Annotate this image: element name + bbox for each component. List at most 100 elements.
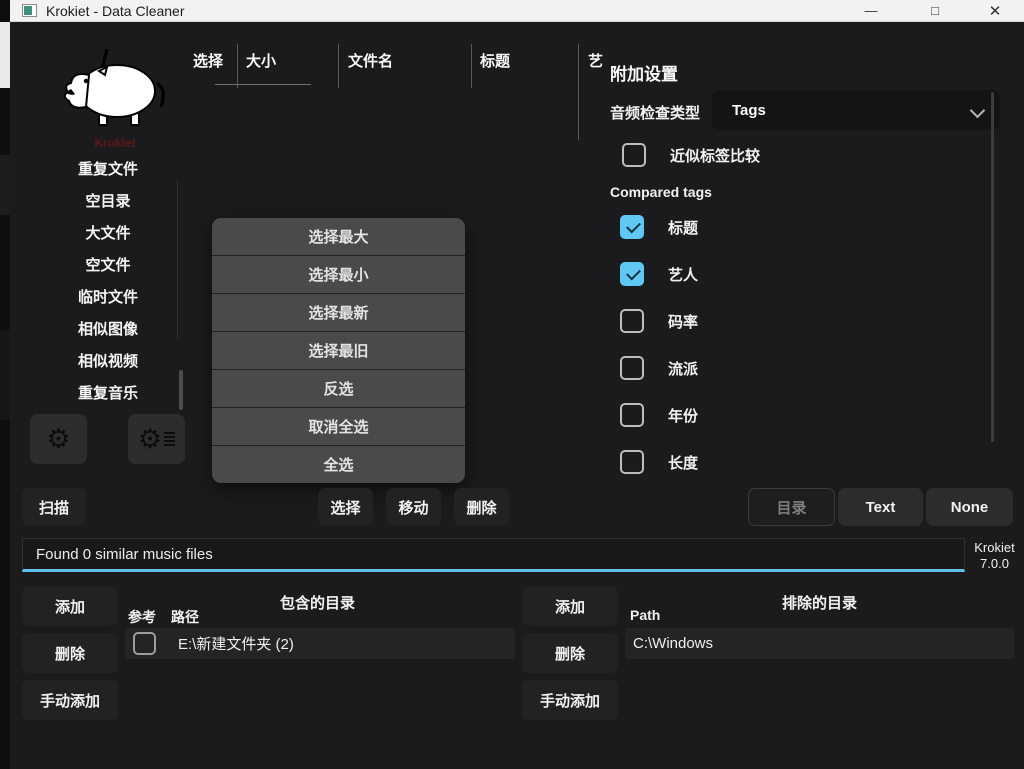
tag-option-artist[interactable]: 艺人 [620, 262, 698, 286]
dropdown-value: Tags [732, 102, 766, 119]
sidebar-item-similar-images[interactable]: 相似图像 [28, 317, 188, 343]
tag-year-checkbox[interactable] [620, 403, 644, 427]
tag-artist-label: 艺人 [668, 264, 698, 285]
text-toggle-button[interactable]: Text [838, 488, 923, 526]
selection-popup-menu: 选择最大 选择最小 选择最新 选择最旧 反选 取消全选 全选 [212, 218, 465, 483]
settings-button[interactable]: ⚙ [30, 414, 87, 464]
app-version: Krokiet 7.0.0 [965, 540, 1024, 572]
status-bar: Found 0 similar music files [22, 538, 965, 572]
tag-title-label: 标题 [668, 217, 698, 238]
tag-option-year[interactable]: 年份 [620, 403, 698, 427]
approx-tag-compare-option[interactable]: 近似标签比较 [622, 143, 760, 167]
column-separator[interactable] [578, 44, 579, 140]
included-col-path[interactable]: 路径 [171, 607, 199, 627]
close-button[interactable]: ✕ [972, 0, 1018, 22]
column-separator[interactable] [237, 44, 238, 88]
sidebar-item-big-files[interactable]: 大文件 [28, 221, 188, 247]
included-add-button[interactable]: 添加 [22, 586, 118, 626]
move-button[interactable]: 移动 [386, 488, 441, 526]
tag-bitrate-label: 码率 [668, 311, 698, 332]
window-controls: — □ ✕ [848, 0, 1024, 22]
tag-option-length[interactable]: 长度 [620, 450, 698, 474]
excluded-remove-button[interactable]: 删除 [522, 633, 618, 673]
menu-item-select-biggest[interactable]: 选择最大 [212, 218, 465, 255]
titlebar: Krokiet - Data Cleaner — □ ✕ [10, 0, 1024, 22]
sidebar-divider [177, 180, 178, 338]
select-button[interactable]: 选择 [318, 488, 373, 526]
tag-genre-label: 流派 [668, 358, 698, 379]
excluded-dir-path: C:\Windows [633, 635, 713, 652]
excluded-col-path[interactable]: Path [630, 607, 660, 623]
tag-option-genre[interactable]: 流派 [620, 356, 698, 380]
settings-scrollbar[interactable] [991, 92, 994, 442]
excluded-dirs-title: 排除的目录 [782, 592, 857, 613]
audio-check-type-dropdown[interactable]: Tags [712, 90, 1000, 130]
menu-item-select-all[interactable]: 全选 [212, 446, 465, 483]
tag-artist-checkbox[interactable] [620, 262, 644, 286]
window-title: Krokiet - Data Cleaner [46, 3, 185, 19]
column-header-title[interactable]: 标题 [480, 50, 510, 72]
none-toggle-button[interactable]: None [926, 488, 1013, 526]
tag-option-title[interactable]: 标题 [620, 215, 698, 239]
tag-year-label: 年份 [668, 405, 698, 426]
column-header-artist[interactable]: 艺 [588, 50, 603, 72]
menu-item-select-newest[interactable]: 选择最新 [212, 294, 465, 331]
chevron-down-icon [972, 104, 984, 116]
tag-option-bitrate[interactable]: 码率 [620, 309, 698, 333]
sidebar-item-temp-files[interactable]: 临时文件 [28, 285, 188, 311]
tag-genre-checkbox[interactable] [620, 356, 644, 380]
included-manual-add-button[interactable]: 手动添加 [22, 680, 118, 720]
gear-icon: ⚙ [46, 426, 70, 453]
column-header-select[interactable]: 选择 [193, 50, 223, 72]
compared-tags-label: Compared tags [610, 184, 712, 200]
tag-title-checkbox[interactable] [620, 215, 644, 239]
app-version-number: 7.0.0 [965, 556, 1024, 572]
gear-list-lines-icon [164, 430, 175, 448]
sidebar-scrollbar[interactable] [179, 370, 183, 410]
included-dir-row[interactable]: E:\新建文件夹 (2) [125, 628, 515, 659]
logo: Krokiet [50, 47, 180, 150]
dir-toggle-button[interactable]: 目录 [748, 488, 835, 526]
scan-button[interactable]: 扫描 [22, 488, 86, 526]
reference-checkbox[interactable] [133, 632, 156, 655]
included-remove-button[interactable]: 删除 [22, 633, 118, 673]
minimize-button[interactable]: — [848, 0, 894, 22]
column-separator[interactable] [338, 44, 339, 88]
sidebar-item-duplicate-music[interactable]: 重复音乐 [28, 381, 188, 407]
excluded-add-button[interactable]: 添加 [522, 586, 618, 626]
approx-tag-compare-label: 近似标签比较 [670, 145, 760, 166]
column-header-filename[interactable]: 文件名 [348, 50, 393, 72]
logo-text: Krokiet [50, 136, 180, 150]
column-separator[interactable] [471, 44, 472, 88]
gear-list-icon: ⚙ [138, 426, 162, 453]
menu-item-select-oldest[interactable]: 选择最旧 [212, 332, 465, 369]
screen: Krokiet - Data Cleaner — □ ✕ Krokiet [0, 0, 1024, 769]
sidebar-item-similar-videos[interactable]: 相似视频 [28, 349, 188, 375]
delete-button[interactable]: 删除 [454, 488, 509, 526]
status-message: Found 0 similar music files [36, 546, 213, 563]
audio-check-type-label: 音频检查类型 [610, 102, 700, 123]
sidebar-item-empty-files[interactable]: 空文件 [28, 253, 188, 279]
sidebar-item-empty-dirs[interactable]: 空目录 [28, 189, 188, 215]
included-col-reference[interactable]: 参考 [128, 607, 156, 627]
app-version-name: Krokiet [965, 540, 1024, 556]
app-window: Krokiet 重复文件 空目录 大文件 空文件 临时文件 相似图像 相似视频 … [10, 22, 1024, 769]
sidebar-item-duplicate-files[interactable]: 重复文件 [28, 157, 188, 183]
menu-item-select-smallest[interactable]: 选择最小 [212, 256, 465, 293]
desktop-edge-strip [0, 0, 10, 769]
included-dirs-title: 包含的目录 [280, 592, 355, 613]
column-header-size[interactable]: 大小 [246, 50, 276, 72]
excluded-dir-row[interactable]: C:\Windows [625, 628, 1014, 659]
approx-tag-compare-checkbox[interactable] [622, 143, 646, 167]
settings-panel-title: 附加设置 [610, 60, 678, 85]
cow-logo-icon [59, 47, 171, 135]
tag-bitrate-checkbox[interactable] [620, 309, 644, 333]
tag-length-label: 长度 [668, 452, 698, 473]
excluded-manual-add-button[interactable]: 手动添加 [522, 680, 618, 720]
menu-item-unselect-all[interactable]: 取消全选 [212, 408, 465, 445]
maximize-button[interactable]: □ [912, 0, 958, 22]
tool-settings-button[interactable]: ⚙ [128, 414, 185, 464]
tag-length-checkbox[interactable] [620, 450, 644, 474]
menu-item-invert-selection[interactable]: 反选 [212, 370, 465, 407]
app-icon [22, 4, 37, 17]
